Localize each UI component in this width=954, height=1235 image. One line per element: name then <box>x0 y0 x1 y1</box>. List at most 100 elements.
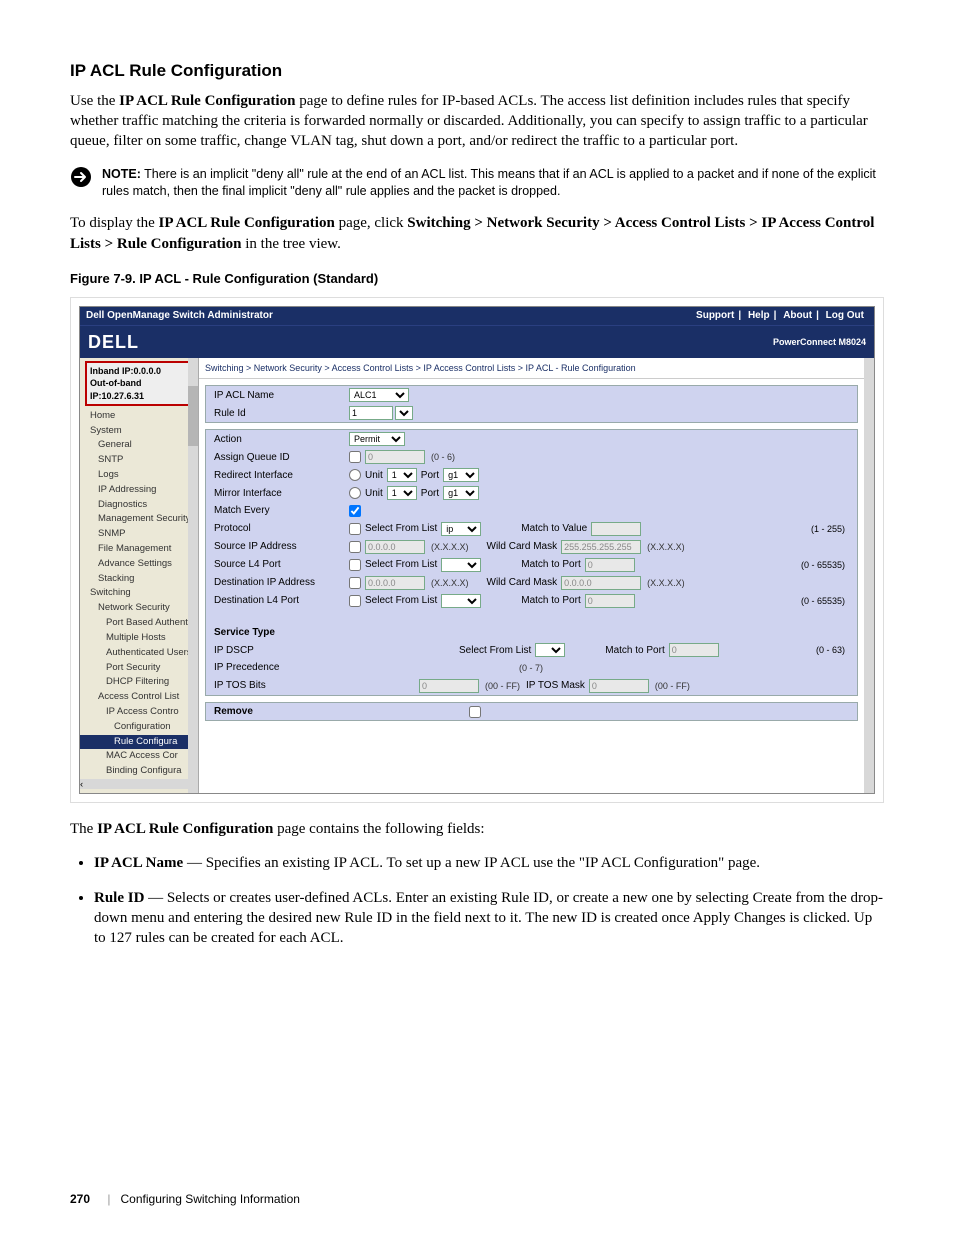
tree-item[interactable]: System <box>80 424 198 439</box>
tree-item[interactable]: IP Access Contro <box>80 705 198 720</box>
t: in the tree view. <box>241 236 340 252</box>
ip-acl-name-select[interactable]: ALC1 <box>349 388 409 402</box>
assign-queue-check[interactable] <box>349 451 361 463</box>
dstport-hint: (0 - 65535) <box>801 595 845 607</box>
tree-item[interactable]: Switching <box>80 586 198 601</box>
tos-input[interactable] <box>419 679 479 693</box>
port-label: Port <box>421 469 439 483</box>
app-header-links: Support| Help| About| Log Out <box>692 309 868 323</box>
nav-tree[interactable]: Inband IP:0.0.0.0 Out-of-band IP:10.27.6… <box>80 358 199 793</box>
srcip-check[interactable] <box>349 541 361 553</box>
panel-match: Action Permit Assign Queue ID (0 - 6) Re… <box>205 429 858 696</box>
dstip-input[interactable] <box>365 576 425 590</box>
nav-paragraph: To display the IP ACL Rule Configuration… <box>70 213 884 254</box>
figure-caption: Figure 7-9. IP ACL - Rule Configuration … <box>70 270 884 288</box>
mirror-port-select[interactable]: g1 <box>443 486 479 500</box>
xxxx-hint: (X.X.X.X) <box>431 541 469 553</box>
tree-item[interactable]: MAC Access Cor <box>80 749 198 764</box>
support-link[interactable]: Support <box>696 310 734 321</box>
t: Use the <box>70 93 119 109</box>
dscp-select[interactable] <box>535 643 565 657</box>
tree-vscroll[interactable] <box>188 358 198 793</box>
tree-item[interactable]: Port Security <box>80 661 198 676</box>
tree-item[interactable]: Access Control List <box>80 690 198 705</box>
tree-item[interactable]: File Management <box>80 542 198 557</box>
tree-hscroll[interactable]: ‹› <box>80 779 198 789</box>
mirror-unit-select[interactable]: 1 <box>387 486 417 500</box>
match-every-check[interactable] <box>349 505 361 517</box>
tos-mask-input[interactable] <box>589 679 649 693</box>
xxxx-hint: (X.X.X.X) <box>647 577 685 589</box>
dstip-check[interactable] <box>349 577 361 589</box>
dstip-mask-input[interactable] <box>561 576 641 590</box>
assign-queue-label: Assign Queue ID <box>214 451 349 465</box>
tree-item[interactable]: IP Addressing <box>80 483 198 498</box>
about-link[interactable]: About <box>783 310 812 321</box>
srcport-select[interactable] <box>441 558 481 572</box>
mirror-radio[interactable] <box>349 487 361 499</box>
dstport-input[interactable] <box>585 594 635 608</box>
assign-queue-input[interactable] <box>365 450 425 464</box>
t: IP ACL Rule Configuration <box>97 821 273 837</box>
select-from-list-label: Select From List <box>365 558 437 572</box>
protocol-check[interactable] <box>349 523 361 535</box>
remove-check[interactable] <box>469 706 481 718</box>
crumb-current: IP ACL - Rule Configuration <box>526 363 636 373</box>
field-list: IP ACL Name — Specifies an existing IP A… <box>94 853 884 948</box>
wcm-label: Wild Card Mask <box>487 576 558 590</box>
help-link[interactable]: Help <box>748 310 770 321</box>
t: To display the <box>70 215 159 231</box>
tree-item[interactable]: General <box>80 438 198 453</box>
tree-item[interactable]: Binding Configura <box>80 764 198 779</box>
dstport-select[interactable] <box>441 594 481 608</box>
tree-item[interactable]: Diagnostics <box>80 498 198 513</box>
app-titlebar: Dell OpenManage Switch Administrator Sup… <box>80 307 874 325</box>
tree-item[interactable]: Multiple Hosts <box>80 631 198 646</box>
crumb[interactable]: IP Access Control Lists <box>423 363 515 373</box>
tree-item[interactable]: DHCP Filtering <box>80 675 198 690</box>
field-name: IP ACL Name <box>94 855 183 871</box>
port-label: Port <box>421 487 439 501</box>
tree-item[interactable]: Stacking <box>80 572 198 587</box>
tree-item[interactable]: Management Security <box>80 512 198 527</box>
match-to-port-label: Match to Port <box>605 644 664 658</box>
logout-link[interactable]: Log Out <box>826 310 864 321</box>
protocol-value-input[interactable] <box>591 522 641 536</box>
crumb[interactable]: Switching <box>205 363 244 373</box>
protocol-select[interactable]: ip <box>441 522 481 536</box>
tree-item[interactable]: Port Based Authent <box>80 616 198 631</box>
redirect-radio[interactable] <box>349 469 361 481</box>
redirect-unit-select[interactable]: 1 <box>387 468 417 482</box>
fields-intro: The IP ACL Rule Configuration page conta… <box>70 819 884 839</box>
dstport-check[interactable] <box>349 595 361 607</box>
dscp-input[interactable] <box>669 643 719 657</box>
tree-item[interactable]: Authenticated Users <box>80 646 198 661</box>
tos-mask-label: IP TOS Mask <box>526 679 585 693</box>
action-select[interactable]: Permit <box>349 432 405 446</box>
field-item: IP ACL Name — Specifies an existing IP A… <box>94 853 884 873</box>
unit-label: Unit <box>365 469 383 483</box>
content-vscroll[interactable] <box>864 358 874 793</box>
rule-id-select[interactable] <box>395 406 413 420</box>
crumb[interactable]: Network Security <box>254 363 322 373</box>
tree-item[interactable]: SNTP <box>80 453 198 468</box>
srcip-input[interactable] <box>365 540 425 554</box>
tree-item[interactable]: Home <box>80 409 198 424</box>
redirect-port-select[interactable]: g1 <box>443 468 479 482</box>
crumb[interactable]: Access Control Lists <box>332 363 414 373</box>
dstip-label: Destination IP Address <box>214 576 349 590</box>
srcip-mask-input[interactable] <box>561 540 641 554</box>
protocol-hint: (1 - 255) <box>811 523 845 535</box>
tree-item[interactable]: Logs <box>80 468 198 483</box>
tree-item[interactable]: SNMP <box>80 527 198 542</box>
t: page, click <box>335 215 407 231</box>
assign-queue-hint: (0 - 6) <box>431 451 455 463</box>
tree-item[interactable]: Rule Configura <box>80 735 198 750</box>
tree-item[interactable]: Advance Settings <box>80 557 198 572</box>
tree-item[interactable]: Network Security <box>80 601 198 616</box>
inband-ip: Inband IP:0.0.0.0 <box>90 365 190 377</box>
rule-id-input[interactable] <box>349 406 393 420</box>
srcport-check[interactable] <box>349 559 361 571</box>
srcport-input[interactable] <box>585 558 635 572</box>
tree-item[interactable]: Configuration <box>80 720 198 735</box>
